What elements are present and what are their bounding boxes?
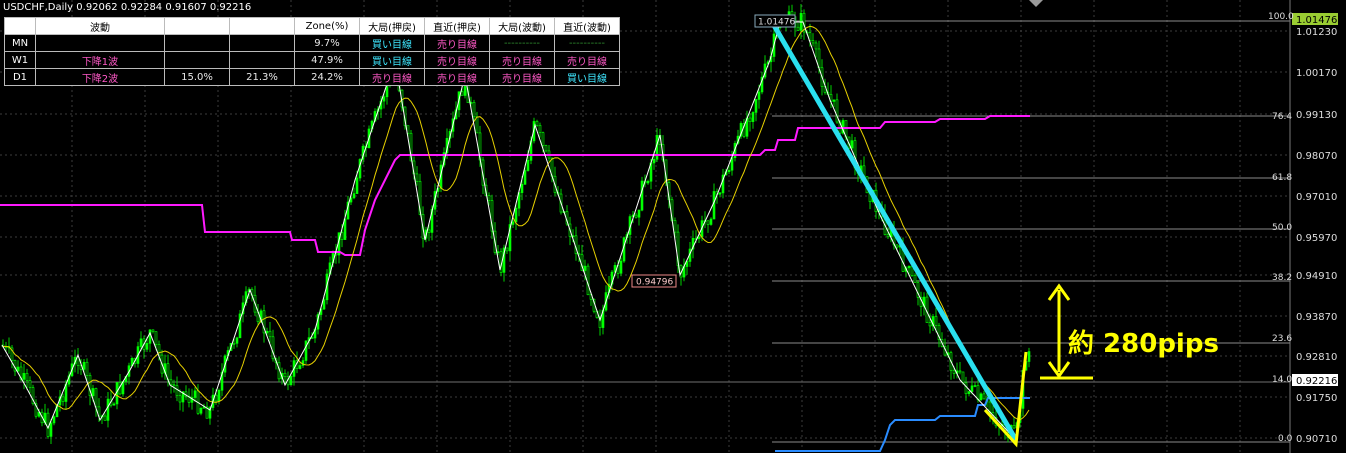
price-tick: 1.00170 xyxy=(1296,68,1337,79)
table-row: MN 9.7% 買い目線 売り目線 ---------- ---------- xyxy=(4,34,620,52)
table-row: D1 下降2波 15.0% 21.3% 24.2% 売り目線 売り目線 売り目線… xyxy=(4,68,620,86)
price-tick: 0.91750 xyxy=(1296,393,1337,404)
table-row: W1 下降1波 47.9% 買い目線 売り目線 売り目線 売り目線 xyxy=(4,51,620,69)
svg-text:14.0: 14.0 xyxy=(1272,375,1292,385)
svg-text:1.01476: 1.01476 xyxy=(1296,15,1337,26)
svg-text:1.01476: 1.01476 xyxy=(758,18,795,28)
price-tick: 1.01230 xyxy=(1296,27,1337,38)
price-tick: 0.90710 xyxy=(1296,434,1337,445)
table-header-row: 波動 Zone(%) 大局(押戻) 直近(押戻) 大局(波動) 直近(波動) xyxy=(4,17,620,35)
signal-table: 波動 Zone(%) 大局(押戻) 直近(押戻) 大局(波動) 直近(波動) M… xyxy=(4,17,620,86)
price-axis: 1.01230 1.00170 0.99130 0.98070 0.97010 … xyxy=(1289,0,1338,453)
blue-level-line xyxy=(775,397,1030,452)
chevron-down-icon[interactable] xyxy=(1029,0,1043,7)
svg-text:0.92216: 0.92216 xyxy=(1296,376,1337,387)
svg-text:61.8: 61.8 xyxy=(1272,173,1292,183)
price-tick: 0.94910 xyxy=(1296,271,1337,282)
svg-text:0.0: 0.0 xyxy=(1278,434,1293,444)
cyan-trend-line xyxy=(769,20,1019,442)
low-label-box: 0.94796 xyxy=(631,274,677,288)
svg-text:100.0: 100.0 xyxy=(1268,12,1294,22)
svg-text:50.0: 50.0 xyxy=(1272,223,1292,233)
price-tick: 0.93870 xyxy=(1296,312,1337,323)
price-tick: 0.95970 xyxy=(1296,233,1337,244)
svg-text:38.2: 38.2 xyxy=(1272,273,1292,283)
svg-text:0.94796: 0.94796 xyxy=(636,278,673,288)
svg-text:23.6: 23.6 xyxy=(1272,334,1292,344)
price-tick: 0.99130 xyxy=(1296,110,1337,121)
high-label-box: 1.01476 xyxy=(754,14,796,28)
price-tick: 0.92810 xyxy=(1296,352,1337,363)
pips-annotation: 約 280pips xyxy=(1068,328,1219,359)
svg-text:76.4: 76.4 xyxy=(1272,112,1292,122)
price-tick: 0.97010 xyxy=(1296,192,1337,203)
price-tick: 0.98070 xyxy=(1296,151,1337,162)
chart-title: USDCHF,Daily 0.92062 0.92284 0.91607 0.9… xyxy=(3,2,251,13)
